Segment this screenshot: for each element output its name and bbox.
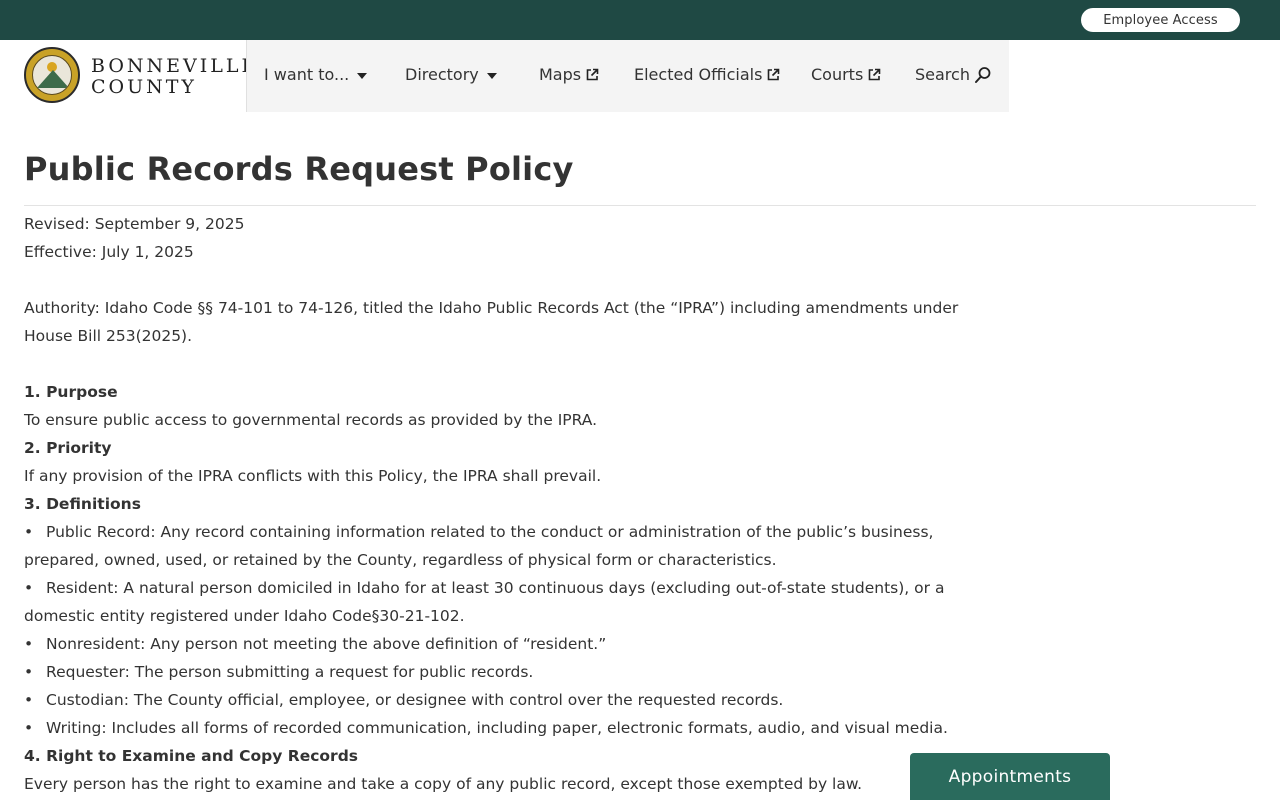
section-text-priority: If any provision of the IPRA conflicts w…	[24, 467, 602, 485]
section-heading-right-to-examine: 4. Right to Examine and Copy Records	[24, 747, 359, 765]
nav-item-i-want-to[interactable]: I want to...	[264, 65, 368, 84]
county-seal-logo[interactable]	[24, 47, 80, 103]
nav-item-maps[interactable]: Maps	[539, 65, 599, 84]
brand-wordmark[interactable]: BONNEVILLE COUNTY	[91, 56, 258, 98]
seal-mountain	[37, 70, 69, 88]
definition-nonresident: • Nonresident: Any person not meeting the…	[24, 630, 969, 658]
appointments-button[interactable]: Appointments	[910, 753, 1110, 800]
nav-label: Courts	[811, 65, 864, 84]
external-link-icon	[868, 68, 881, 81]
section-heading-priority: 2. Priority	[24, 439, 112, 457]
nav-item-elected-officials[interactable]: Elected Officials	[634, 65, 780, 84]
caret-down-icon	[357, 72, 368, 79]
definition-text: Public Record: Any record containing inf…	[46, 523, 934, 541]
section-heading-purpose: 1. Purpose	[24, 383, 118, 401]
definition-writing: • Writing: Includes all forms of recorded…	[24, 714, 969, 742]
definition-public-record-cont: prepared, owned, used, or retained by th…	[24, 551, 777, 569]
brand-line-1: BONNEVILLE	[91, 55, 259, 77]
definition-text: Requester: The person submitting a reque…	[46, 663, 534, 681]
definition-text: Nonresident: Any person not meeting the …	[46, 635, 607, 653]
external-link-icon	[768, 68, 780, 81]
bullet: •	[24, 579, 34, 597]
definition-text: Writing: Includes all forms of recorded …	[46, 719, 948, 737]
top-utility-bar: Employee Access	[0, 0, 1280, 40]
definition-public-record: • Public Record: Any record containing in…	[24, 518, 969, 546]
bullet: •	[24, 663, 34, 681]
bullet: •	[24, 691, 34, 709]
nav-item-search[interactable]: Search	[915, 65, 992, 84]
section-text-purpose: To ensure public access to governmental …	[24, 411, 598, 429]
title-divider	[24, 205, 1256, 206]
employee-access-button[interactable]: Employee Access	[1081, 8, 1240, 32]
authority-text-line-2: House Bill 253(2025).	[24, 327, 193, 345]
bullet: •	[24, 635, 34, 653]
definition-text: Resident: A natural person domiciled in …	[46, 579, 945, 597]
section-text-right-to-examine: Every person has the right to examine an…	[24, 775, 863, 793]
nav-item-directory[interactable]: Directory	[405, 65, 497, 84]
authority-text-line-1: Authority: Idaho Code §§ 74-101 to 74-12…	[24, 299, 959, 317]
definition-resident: • Resident: A natural person domiciled in…	[24, 574, 969, 602]
brand-line-2: COUNTY	[91, 76, 197, 98]
definition-custodian: • Custodian: The County official, employe…	[24, 686, 969, 714]
external-link-icon	[586, 68, 599, 81]
page-title: Public Records Request Policy	[24, 150, 574, 188]
section-heading-definitions: 3. Definitions	[24, 495, 141, 513]
definition-requester: • Requester: The person submitting a requ…	[24, 658, 969, 686]
bullet: •	[24, 523, 34, 541]
definition-resident-cont: domestic entity registered under Idaho C…	[24, 607, 465, 625]
seal-emblem	[32, 55, 72, 95]
policy-content: Revised: September 9, 2025 Effective: Ju…	[24, 210, 969, 798]
nav-label: Elected Officials	[634, 65, 763, 84]
search-icon	[974, 66, 991, 83]
effective-date: Effective: July 1, 2025	[24, 243, 194, 261]
definition-text: Custodian: The County official, employee…	[46, 691, 784, 709]
nav-label: I want to...	[264, 65, 350, 84]
nav-label: Maps	[539, 65, 582, 84]
nav-item-courts[interactable]: Courts	[811, 65, 881, 84]
nav-label: Directory	[405, 65, 479, 84]
caret-down-icon	[486, 72, 497, 79]
main-navigation: I want to... Directory Maps Elected Offi…	[246, 40, 1009, 112]
revised-date: Revised: September 9, 2025	[24, 215, 245, 233]
nav-label: Search	[915, 65, 970, 84]
bullet: •	[24, 719, 34, 737]
